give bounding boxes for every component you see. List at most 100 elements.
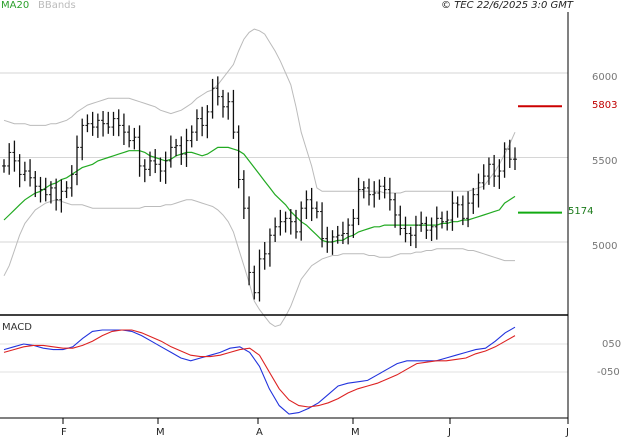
ohlc-bar (184, 128, 189, 167)
macd-line (3, 326, 516, 415)
ohlc-bar (278, 209, 283, 236)
ohlc-bar (85, 114, 90, 133)
price-tick-5500: 5500 (592, 156, 618, 167)
ohlc-bar (205, 105, 210, 139)
ohlc-bar (351, 209, 356, 238)
ohlc-bar (95, 113, 100, 138)
ohlc-bar (471, 187, 476, 214)
ohlc-bar (372, 181, 377, 208)
ohlc-bar (17, 154, 22, 188)
ohlc-bar (69, 165, 74, 197)
ohlc-bar (387, 177, 392, 211)
ohlc-bar (361, 181, 366, 199)
ohlc-bar (194, 109, 199, 141)
macd-label: MACD (2, 322, 32, 333)
ohlc-bar (236, 125, 241, 189)
price-tick-6000: 6000 (592, 72, 618, 83)
ohlc-bar (163, 151, 168, 184)
ohlc-bar (513, 147, 517, 171)
x-tick-mar: M (156, 427, 165, 438)
ohlc-bar (179, 136, 184, 165)
ohlc-bar (22, 161, 27, 182)
ohlc-bar (445, 210, 450, 231)
ohlc-bar (132, 127, 137, 150)
price-chart (0, 12, 569, 424)
ohlc-bar (273, 217, 278, 242)
ohlc-bar (367, 178, 371, 206)
ohlc-bar (455, 196, 460, 218)
ohlc-bar (419, 211, 424, 232)
ohlc-bar (267, 228, 272, 267)
resistance-level-label: 5803 (592, 100, 618, 111)
ma20-line (3, 146, 516, 243)
ohlc-bar (413, 215, 418, 249)
ohlc-bar (221, 89, 225, 118)
ohlc-bar (127, 125, 132, 148)
ohlc-bar (408, 226, 413, 247)
ohlc-bar (215, 76, 220, 106)
x-tick-feb: F (61, 427, 67, 438)
ohlc-bar (398, 205, 403, 236)
ohlc-bar (294, 209, 298, 239)
ohlc-bar (64, 181, 69, 199)
x-tick-may: M (351, 427, 360, 438)
support-level-label: 5174 (568, 206, 594, 217)
ohlc-bar (116, 109, 121, 137)
ohlc-bar (38, 176, 43, 203)
ohlc-bar (12, 140, 17, 172)
ohlc-bar (403, 216, 408, 243)
ohlc-bar (226, 92, 231, 120)
ohlc-bar (168, 135, 173, 168)
ohlc-bar (314, 201, 319, 219)
ohlc-bar (502, 142, 507, 178)
ohlc-bar (393, 192, 398, 228)
macd-signal-line (3, 329, 516, 408)
ohlc-bar (200, 106, 205, 137)
ohlc-bar (382, 176, 387, 199)
macd-panel (0, 326, 568, 415)
ohlc-bar (174, 138, 179, 157)
price-tick-5000: 5000 (592, 241, 618, 252)
ohlc-bar (158, 157, 163, 182)
ohlc-bar (142, 159, 147, 183)
legend-bbands: BBands (38, 0, 76, 11)
ohlc-bar (101, 111, 106, 137)
ohlc-bar (231, 89, 236, 139)
ohlc-bar (450, 191, 455, 231)
ohlc-bar (507, 139, 512, 168)
ohlc-bar (257, 249, 262, 302)
ohlc-bar (121, 113, 126, 145)
ohlc-bar (476, 173, 481, 208)
ohlc-bar (440, 211, 444, 229)
ohlc-bar (90, 111, 95, 136)
ohlc-bar (262, 242, 267, 270)
ohlc-bar (434, 206, 439, 240)
ohlc-bar (356, 177, 361, 226)
x-tick-jun: J (448, 427, 451, 438)
ohlc-bar (75, 135, 79, 186)
macd-tick-neg050: -050 (597, 367, 620, 378)
ohlc-bar (210, 78, 215, 119)
ohlc-bar (304, 190, 309, 220)
x-tick-jul: J (566, 427, 569, 438)
macd-tick-050: 050 (602, 339, 622, 350)
x-tick-apr: A (256, 427, 263, 438)
ohlc-bar (111, 111, 116, 136)
chart-frame (0, 12, 569, 424)
ohlc-bar (153, 149, 158, 174)
legend-ma20: MA20 (1, 0, 30, 11)
ohlc-bar (28, 159, 33, 187)
ohlc-bar (7, 143, 12, 175)
price-levels (518, 105, 562, 214)
ohlc-bar (377, 179, 382, 200)
copyright-timestamp: © TEC 22/6/2025 3:0 GMT (441, 0, 573, 11)
ohlc-bar (106, 111, 111, 134)
ohlc-bar (497, 159, 502, 189)
ohlc-bar (2, 159, 6, 173)
grid-lines (0, 72, 568, 243)
ohlc-bar (346, 218, 351, 245)
ohlc-bar (59, 179, 64, 213)
ohlc-bar (241, 170, 246, 220)
ohlc-bar (429, 217, 434, 241)
ohlc-bar (189, 125, 194, 148)
